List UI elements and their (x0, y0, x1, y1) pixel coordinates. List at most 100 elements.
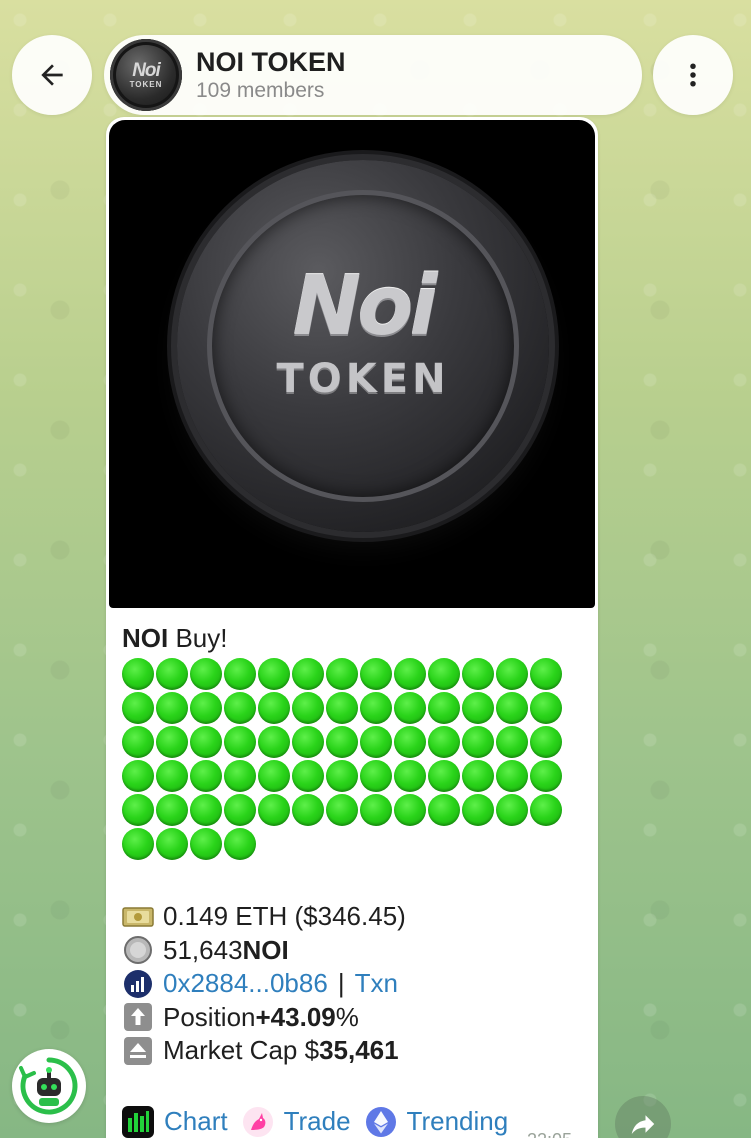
green-circle-icon (190, 726, 222, 758)
green-circle-icon (530, 760, 562, 792)
coin-sub-text: TOKEN (276, 356, 450, 402)
position-label: Position (163, 1001, 256, 1032)
market-cap-label: Market Cap $ (163, 1035, 320, 1065)
green-circle-icon (156, 794, 188, 826)
green-circle-icon (496, 760, 528, 792)
trade-link-label: Trade (283, 1106, 351, 1136)
txn-link[interactable]: Txn (355, 967, 398, 1001)
green-circle-icon (530, 658, 562, 690)
avatar-logo-subtext: TOKEN (129, 79, 163, 89)
green-circle-icon (224, 828, 256, 860)
green-circle-icon (224, 794, 256, 826)
chart-icon (122, 969, 154, 999)
green-circle-icon (462, 658, 494, 690)
chat-title: NOI TOKEN (196, 47, 346, 77)
market-cap-value: 35,461 (319, 1035, 399, 1065)
message-photo[interactable]: Noi TOKEN (109, 120, 595, 608)
green-circle-icon (394, 658, 426, 690)
coin-logo: Noi TOKEN (177, 259, 549, 403)
green-circle-icon (428, 794, 460, 826)
buy-heading: NOI Buy! (122, 622, 582, 654)
green-circle-icon (190, 828, 222, 860)
eth-amount: 0.149 ETH ($346.45) (163, 901, 406, 931)
green-circle-icon (190, 794, 222, 826)
avatar-logo-text: Noi (132, 59, 161, 81)
message-time: 22:05 (527, 1130, 572, 1138)
coin-icon (122, 935, 154, 965)
green-circle-icon (326, 692, 358, 724)
trending-link-label: Trending (406, 1106, 509, 1136)
trade-link[interactable]: Trade (242, 1106, 351, 1138)
member-count: 109 members (196, 79, 325, 102)
wallet-address-link[interactable]: 0x2884...0b86 (163, 967, 328, 1001)
position-percent: % (335, 1001, 359, 1032)
buy-size-dots (122, 658, 566, 862)
share-button[interactable] (615, 1096, 671, 1138)
green-circle-icon (360, 658, 392, 690)
green-circle-icon (496, 692, 528, 724)
back-arrow-icon (41, 64, 63, 86)
green-circle-icon (292, 760, 324, 792)
chart-bars-icon (122, 1105, 154, 1138)
green-circle-icon (428, 726, 460, 758)
green-circle-icon (394, 794, 426, 826)
green-circle-icon (394, 726, 426, 758)
chart-link[interactable]: Chart (122, 1105, 228, 1138)
green-circle-icon (156, 760, 188, 792)
message-bubble: Noi TOKEN NOI Buy! 0.149 ETH ($346.45) 5… (106, 117, 598, 1138)
buy-label: Buy! (168, 623, 228, 653)
green-circle-icon (258, 760, 290, 792)
green-circle-icon (122, 726, 154, 758)
trending-link[interactable]: Trending (365, 1106, 509, 1138)
back-button[interactable] (12, 35, 92, 115)
green-circle-icon (428, 692, 460, 724)
green-circle-icon (462, 692, 494, 724)
green-circle-icon (122, 692, 154, 724)
position-value: +43.09 (255, 1001, 336, 1032)
chart-link-label: Chart (164, 1106, 228, 1136)
green-circle-icon (462, 726, 494, 758)
green-circle-icon (326, 726, 358, 758)
noi-token-coin: Noi TOKEN (177, 160, 549, 532)
green-circle-icon (292, 794, 324, 826)
green-circle-icon (428, 658, 460, 690)
green-circle-icon (360, 692, 392, 724)
token-symbol: NOI (242, 934, 289, 965)
green-circle-icon (122, 760, 154, 792)
green-circle-icon (462, 794, 494, 826)
green-circle-icon (190, 658, 222, 690)
up-arrow-icon (122, 1002, 154, 1032)
unicorn-icon (242, 1106, 274, 1138)
green-circle-icon (258, 692, 290, 724)
more-options-button[interactable] (653, 35, 733, 115)
green-circle-icon (224, 760, 256, 792)
green-circle-icon (258, 726, 290, 758)
green-circle-icon (326, 658, 358, 690)
green-circle-icon (258, 794, 290, 826)
bot-icon (19, 1057, 78, 1115)
address-row: 0x2884...0b86 | Txn (122, 967, 582, 1001)
green-circle-icon (122, 658, 154, 690)
green-circle-icon (496, 658, 528, 690)
green-circle-icon (428, 760, 460, 792)
eth-amount-row: 0.149 ETH ($346.45) (122, 900, 582, 934)
green-circle-icon (292, 726, 324, 758)
green-circle-icon (326, 760, 358, 792)
quick-links: Chart Trade Trending (122, 1105, 582, 1138)
token-amount: 51,643 (163, 934, 243, 965)
green-circle-icon (224, 692, 256, 724)
more-vertical-icon (690, 63, 696, 87)
green-circle-icon (224, 658, 256, 690)
avatar[interactable]: Noi TOKEN (110, 39, 182, 111)
green-circle-icon (156, 828, 188, 860)
green-circle-icon (394, 692, 426, 724)
coin-brand-text: Noi (292, 259, 437, 354)
money-icon (122, 902, 154, 932)
chat-header[interactable]: Noi TOKEN NOI TOKEN 109 members (104, 35, 642, 115)
green-circle-icon (292, 692, 324, 724)
separator: | (337, 968, 345, 998)
bot-button[interactable] (12, 1049, 86, 1123)
green-circle-icon (462, 760, 494, 792)
share-icon (631, 1115, 655, 1134)
buy-token-name: NOI (122, 623, 169, 653)
